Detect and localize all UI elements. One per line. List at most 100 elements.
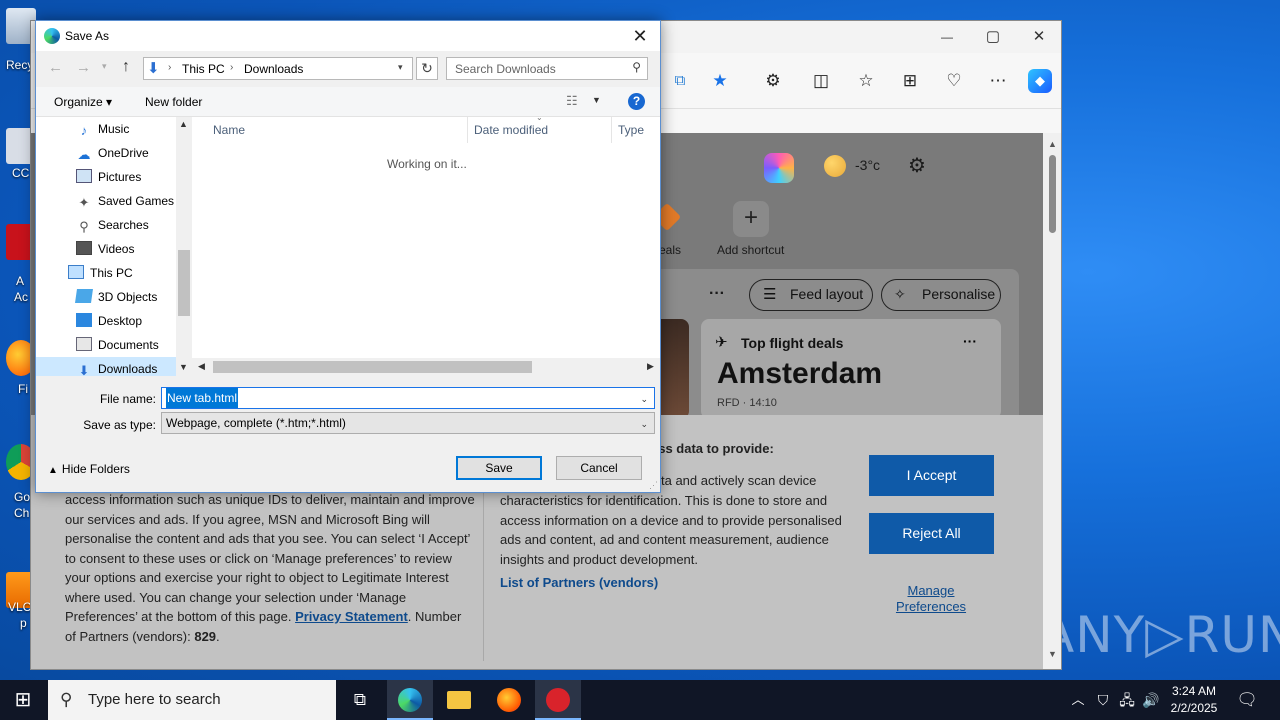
- volume-icon[interactable]: 🔊: [1140, 680, 1162, 720]
- scroll-up-arrow[interactable]: ▲: [1048, 139, 1057, 149]
- close-icon[interactable]: ✕: [1027, 27, 1051, 47]
- privacy-statement-link[interactable]: Privacy Statement: [295, 609, 408, 624]
- help-icon[interactable]: ?: [628, 93, 645, 110]
- page-scrollbar[interactable]: ▲ ▼: [1043, 133, 1061, 669]
- save-as-type-select[interactable]: Webpage, complete (*.htm;*.html) ⌄: [161, 412, 655, 434]
- back-arrow-icon[interactable]: ←: [48, 59, 63, 76]
- breadcrumb-downloads[interactable]: Downloads: [244, 62, 303, 76]
- scroll-thumb[interactable]: [1049, 155, 1056, 233]
- address-dropdown-chevron-icon[interactable]: ▾: [398, 62, 403, 73]
- weather-temperature[interactable]: -3°c: [855, 157, 880, 173]
- save-button[interactable]: Save: [456, 456, 542, 480]
- copilot-colorful-icon[interactable]: [764, 153, 794, 183]
- watermark-logo: ANY▷RUN: [1040, 606, 1280, 664]
- edge-logo-icon: [44, 28, 60, 44]
- manage-preferences-link[interactable]: Manage Preferences: [885, 583, 977, 615]
- column-header-date-modified[interactable]: Date modified: [474, 123, 548, 137]
- view-dropdown-chevron-icon[interactable]: ▼: [592, 95, 601, 105]
- edge-taskbar-icon[interactable]: [387, 680, 433, 720]
- h-scroll-right-icon[interactable]: ▶: [647, 361, 654, 372]
- feed-layout-label: Feed layout: [790, 286, 864, 302]
- feed-more-icon[interactable]: ···: [709, 285, 725, 303]
- personalise-label: Personalise: [922, 286, 996, 302]
- minimize-icon[interactable]: —: [935, 27, 959, 47]
- i-accept-button[interactable]: I Accept: [869, 455, 994, 496]
- scroll-down-arrow[interactable]: ▼: [1048, 649, 1057, 659]
- sort-chevron-icon: ⌄: [536, 113, 543, 122]
- h-scroll-thumb[interactable]: [213, 361, 532, 373]
- show-hidden-icons-chevron-icon[interactable]: ︿: [1066, 680, 1090, 720]
- reject-all-button[interactable]: Reject All: [869, 513, 994, 554]
- nav-item-this-pc[interactable]: This PC: [68, 261, 133, 285]
- nav-item-documents[interactable]: Documents: [76, 333, 159, 357]
- hide-folders-toggle[interactable]: ▲ Hide Folders: [48, 462, 130, 476]
- file-name-input[interactable]: New tab.html ⌄: [161, 387, 655, 409]
- favorite-star-icon[interactable]: ★: [708, 69, 732, 93]
- nav-item-pictures[interactable]: Pictures: [76, 165, 141, 189]
- personalise-button[interactable]: ✧ Personalise: [881, 279, 1001, 311]
- nav-item-3d-objects[interactable]: 3D Objects: [75, 285, 157, 309]
- address-bar[interactable]: ⬇ › This PC › Downloads ▾: [143, 57, 413, 80]
- favorites-icon[interactable]: ☆: [854, 69, 878, 93]
- h-scroll-left-icon[interactable]: ◀: [198, 361, 205, 372]
- flight-deals-card[interactable]: ✈ Top flight deals ··· Amsterdam RFD · 1…: [701, 319, 1001, 419]
- nav-pane-scrollbar[interactable]: ▲ ▼: [176, 117, 192, 376]
- anyrun-taskbar-icon[interactable]: [535, 680, 581, 720]
- nav-item-desktop[interactable]: Desktop: [76, 309, 142, 333]
- desktop-icon-label: Ac: [14, 290, 29, 304]
- nav-item-videos[interactable]: Videos: [76, 237, 134, 261]
- firefox-taskbar-icon[interactable]: [486, 680, 532, 720]
- search-downloads-input[interactable]: Search Downloads ⚲: [446, 57, 648, 80]
- nav-item-saved-games[interactable]: ✦ Saved Games: [76, 189, 175, 213]
- windows-start-icon[interactable]: ⊞: [0, 680, 46, 720]
- search-icon: ⚲: [60, 690, 73, 709]
- maximize-icon[interactable]: ▢: [981, 27, 1005, 47]
- feed-layout-button[interactable]: ☰ Feed layout: [749, 279, 873, 311]
- file-name-dropdown-chevron-icon[interactable]: ⌄: [640, 389, 648, 409]
- nav-scroll-thumb[interactable]: [178, 250, 190, 316]
- resize-grip-icon[interactable]: ⋰: [649, 480, 658, 491]
- extensions-icon[interactable]: ⚙: [761, 69, 785, 93]
- nav-item-onedrive[interactable]: ☁ OneDrive: [76, 141, 149, 165]
- organize-button[interactable]: Organize ▾: [54, 95, 112, 109]
- nav-item-searches[interactable]: ⚲ Searches: [76, 213, 148, 237]
- up-arrow-icon[interactable]: ↑: [122, 58, 130, 76]
- add-shortcut-button[interactable]: +: [733, 201, 769, 237]
- weather-icon[interactable]: [824, 155, 846, 177]
- network-icon[interactable]: 🖧: [1116, 680, 1138, 720]
- collections-icon[interactable]: ⊞: [898, 69, 922, 93]
- list-of-partners-link[interactable]: List of Partners (vendors): [500, 575, 658, 590]
- cancel-button[interactable]: Cancel: [556, 456, 642, 480]
- screenshot-icon[interactable]: ⧉: [668, 69, 692, 93]
- settings-gear-icon[interactable]: ⚙: [908, 153, 926, 178]
- refresh-icon[interactable]: ↻: [416, 57, 438, 80]
- dialog-close-icon[interactable]: ✕: [626, 24, 654, 48]
- forward-arrow-icon[interactable]: →: [76, 59, 91, 76]
- browser-essentials-icon[interactable]: ♡: [942, 69, 966, 93]
- split-screen-icon[interactable]: ◫: [809, 69, 833, 93]
- nav-item-downloads[interactable]: ⬇ Downloads: [36, 357, 176, 376]
- task-view-icon[interactable]: ⧉: [337, 680, 383, 720]
- more-icon[interactable]: ⋯: [986, 69, 1010, 93]
- view-options-icon[interactable]: ☷: [566, 93, 578, 109]
- file-list-horizontal-scrollbar[interactable]: ◀ ▶: [192, 358, 660, 376]
- flight-card-more-icon[interactable]: ···: [963, 333, 977, 349]
- this-pc-icon: [68, 265, 84, 279]
- notifications-icon[interactable]: 🗨: [1230, 680, 1264, 720]
- clock[interactable]: 3:24 AM 2/2/2025: [1166, 683, 1222, 717]
- copilot-icon[interactable]: ◆: [1028, 69, 1052, 93]
- nav-scroll-down-icon[interactable]: ▼: [179, 362, 188, 372]
- recent-locations-chevron-icon[interactable]: ▾: [102, 61, 107, 72]
- taskbar-search-box[interactable]: ⚲ Type here to search: [48, 680, 336, 720]
- column-header-name[interactable]: Name: [213, 123, 245, 137]
- nav-item-music[interactable]: ♪ Music: [76, 117, 130, 141]
- new-folder-button[interactable]: New folder: [145, 95, 202, 109]
- videos-icon: [76, 241, 92, 255]
- file-explorer-icon[interactable]: [436, 680, 482, 720]
- nav-scroll-up-icon[interactable]: ▲: [179, 119, 188, 129]
- deals-shortcut-label[interactable]: eals: [659, 243, 681, 257]
- save-type-dropdown-chevron-icon[interactable]: ⌄: [640, 414, 648, 434]
- security-icon[interactable]: ⛉: [1092, 680, 1114, 720]
- column-header-type[interactable]: Type: [618, 123, 644, 137]
- breadcrumb-this-pc[interactable]: This PC: [182, 62, 225, 76]
